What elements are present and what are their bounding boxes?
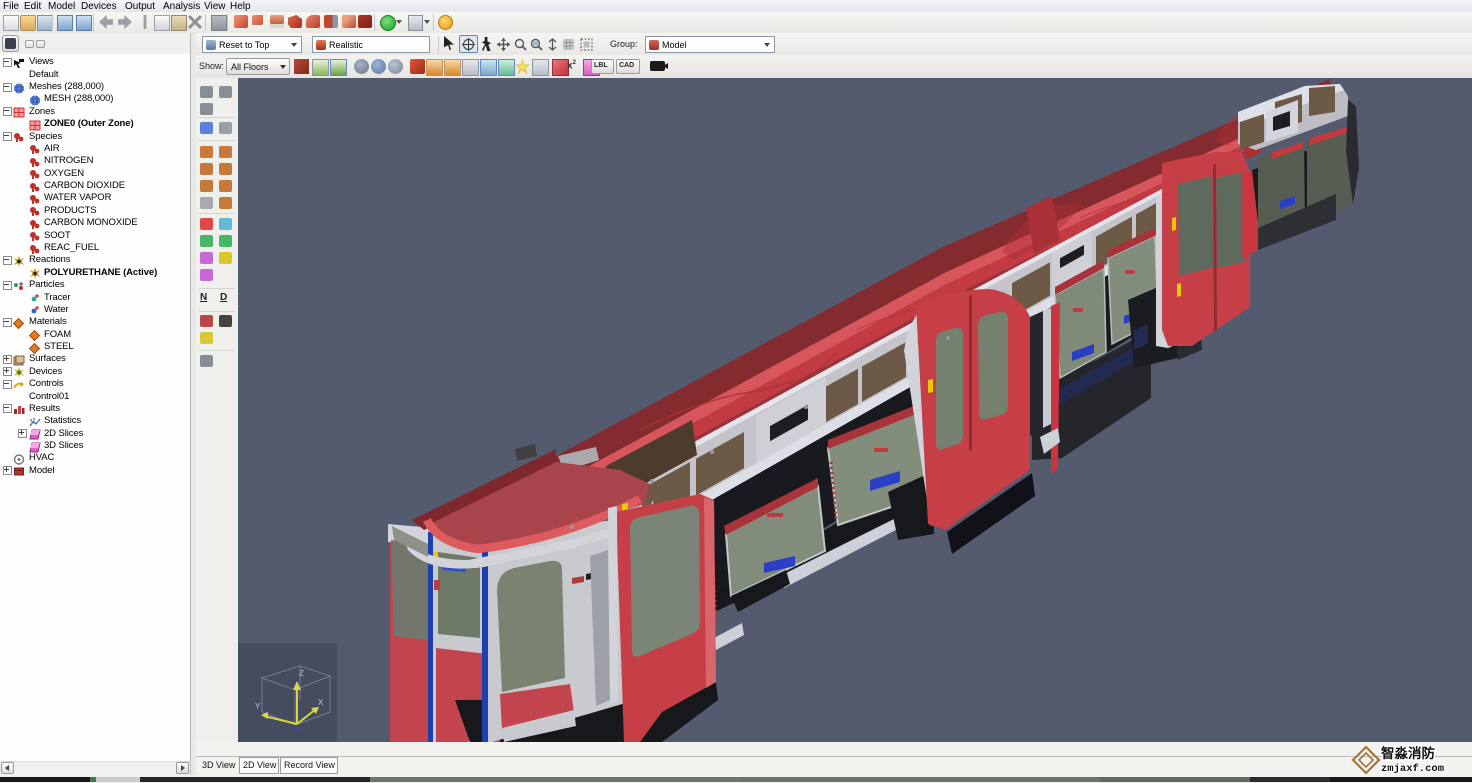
svg-text:X: X	[318, 698, 324, 707]
svg-text:zmjaxf.com: zmjaxf.com	[1381, 763, 1444, 775]
svg-text:x2: x2	[30, 418, 36, 424]
svg-text:智淼消防: 智淼消防	[1381, 745, 1435, 761]
svg-text:Y: Y	[255, 702, 261, 711]
svg-text:Z: Z	[299, 669, 304, 678]
